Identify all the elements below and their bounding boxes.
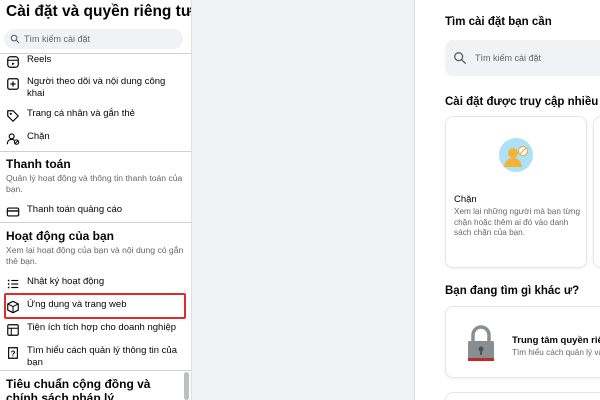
divider bbox=[0, 222, 191, 223]
credit-card-icon bbox=[6, 205, 20, 219]
privacy-card-description: Tìm hiểu cách quản lý và ki bbox=[512, 348, 600, 357]
svg-text:?: ? bbox=[11, 350, 16, 359]
lock-icon bbox=[468, 325, 494, 361]
list-icon bbox=[6, 277, 20, 291]
tag-icon bbox=[6, 109, 20, 123]
privacy-center-card[interactable]: Trung tâm quyền riêng Tìm hiểu cách quản… bbox=[445, 306, 600, 378]
next-settings-card[interactable] bbox=[593, 116, 600, 268]
divider bbox=[0, 151, 191, 152]
info-icon: ? bbox=[6, 346, 20, 360]
search-icon bbox=[454, 52, 466, 64]
block-card-description: Xem lại những người mà bạn từng chặn hoặ… bbox=[454, 207, 581, 237]
search-icon bbox=[10, 34, 20, 44]
block-user-icon bbox=[6, 132, 20, 146]
block-settings-card[interactable]: Chặn Xem lại những người mà bạn từng chặ… bbox=[445, 116, 587, 268]
block-card-title: Chặn bbox=[454, 194, 477, 205]
sidebar-item-profile-tagging[interactable]: Trang cá nhân và gắn thẻ bbox=[4, 108, 184, 123]
sidebar-scrollbar[interactable] bbox=[184, 372, 189, 400]
sidebar-search-input[interactable] bbox=[24, 34, 174, 44]
sidebar-item-label: Thanh toán quảng cáo bbox=[27, 204, 123, 215]
sidebar-item-label: Tìm hiểu cách quản lý thông tin của bạn bbox=[27, 345, 177, 368]
add-box-icon bbox=[6, 77, 20, 91]
section-description-payments: Quản lý hoạt động và thông tin thanh toá… bbox=[6, 173, 183, 194]
sidebar-item-manage-info[interactable]: ? Tìm hiểu cách quản lý thông tin của bạ… bbox=[4, 345, 184, 369]
section-heading-activity: Hoạt động của bạn bbox=[6, 229, 114, 243]
section-heading-payments: Thanh toán bbox=[6, 157, 71, 171]
sidebar-item-label: Nhật ký hoạt động bbox=[27, 276, 105, 287]
puzzle-icon bbox=[6, 323, 20, 337]
sidebar-item-business-integrations[interactable]: Tiện ích tích hợp cho doanh nghiệp bbox=[4, 322, 184, 337]
section-heading-community: Tiêu chuẩn cộng đồng và chính sách pháp … bbox=[6, 377, 151, 400]
sidebar-item-label: Trang cá nhân và gắn thẻ bbox=[27, 108, 135, 119]
sidebar-item-label: Người theo dõi và nội dung công khai bbox=[27, 76, 166, 99]
settings-sidebar: Cài đặt và quyền riêng tư Reels Người th… bbox=[0, 0, 192, 400]
sidebar-title: Cài đặt và quyền riêng tư bbox=[6, 3, 192, 20]
privacy-card-title: Trung tâm quyền riêng bbox=[512, 335, 600, 346]
main-search-input[interactable] bbox=[475, 53, 595, 63]
search-heading: Tìm cài đặt bạn cần bbox=[445, 16, 552, 28]
main-search-box[interactable] bbox=[445, 40, 600, 76]
reels-icon bbox=[6, 55, 20, 69]
sidebar-search-box[interactable] bbox=[4, 29, 183, 49]
sidebar-item-followers[interactable]: Người theo dõi và nội dung công khai bbox=[4, 76, 184, 100]
sidebar-item-ad-payments[interactable]: Thanh toán quảng cáo bbox=[4, 204, 184, 219]
highlight-annotation bbox=[4, 293, 186, 319]
sidebar-item-label: Reels bbox=[27, 54, 52, 65]
sidebar-item-label: Tiện ích tích hợp cho doanh nghiệp bbox=[27, 322, 177, 333]
settings-main-panel: Tìm cài đặt bạn cần Cài đặt được truy cậ… bbox=[414, 0, 600, 400]
block-illustration-icon bbox=[499, 138, 533, 172]
next-help-card[interactable] bbox=[445, 392, 600, 400]
frequent-settings-heading: Cài đặt được truy cập nhiều nh bbox=[445, 96, 600, 108]
section-description-activity: Xem lại hoạt động của bạn và nội dung có… bbox=[6, 245, 184, 266]
sidebar-item-blocking[interactable]: Chặn bbox=[4, 131, 184, 146]
divider bbox=[0, 370, 191, 371]
other-search-heading: Bạn đang tìm gì khác ư? bbox=[445, 285, 580, 297]
sidebar-item-label: Chặn bbox=[27, 131, 50, 142]
sidebar-item-reels[interactable]: Reels bbox=[4, 54, 184, 69]
sidebar-item-activity-log[interactable]: Nhật ký hoạt động bbox=[4, 276, 184, 291]
